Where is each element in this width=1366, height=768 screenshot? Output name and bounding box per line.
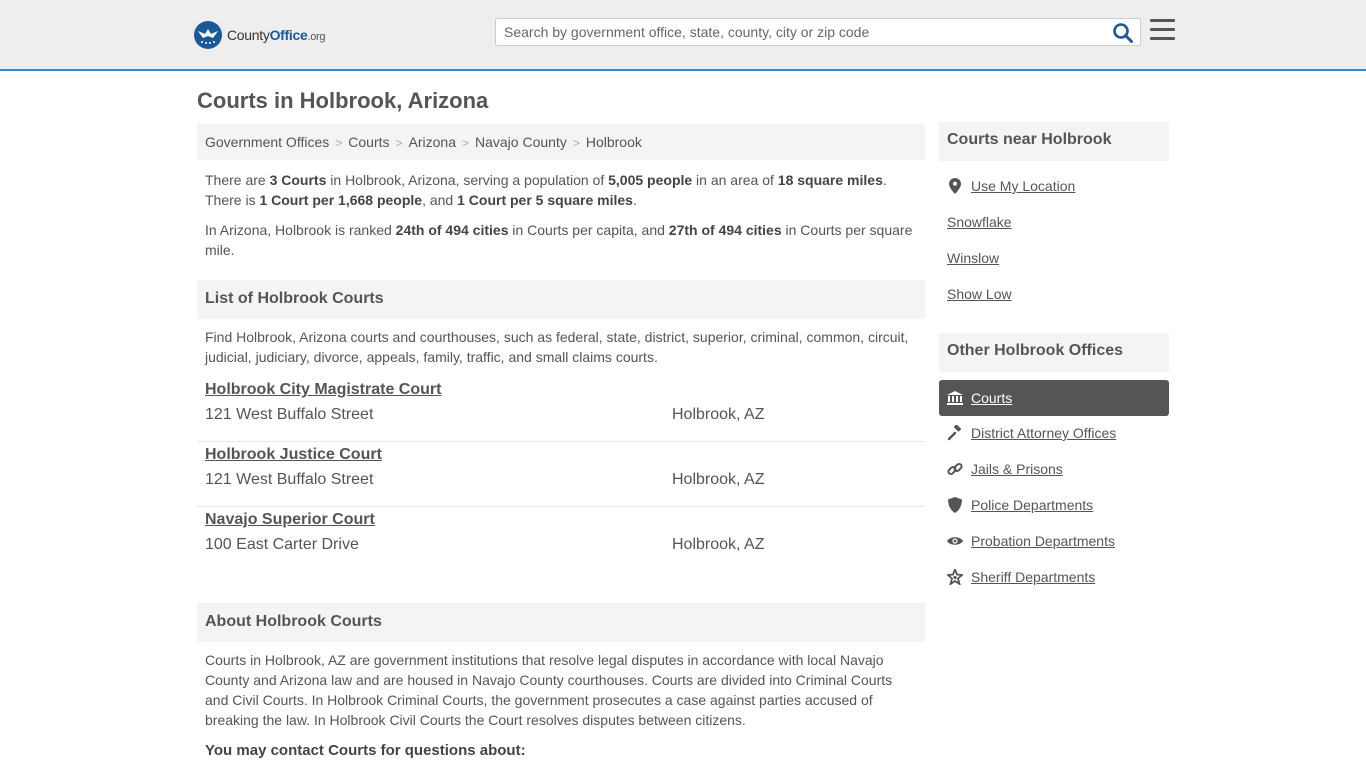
- list-description: Find Holbrook, Arizona courts and courth…: [205, 329, 909, 365]
- search-bar: [495, 18, 1141, 46]
- search-input[interactable]: [496, 19, 1106, 45]
- breadcrumb-courts[interactable]: Courts: [348, 134, 389, 150]
- breadcrumb-navajo-county[interactable]: Navajo County: [475, 134, 567, 150]
- office-link-district-attorney[interactable]: District Attorney Offices: [947, 425, 1116, 441]
- ranking-summary: In Arizona, Holbrook is ranked 24th of 4…: [205, 222, 913, 258]
- breadcrumb-holbrook[interactable]: Holbrook: [586, 134, 642, 150]
- chevron-right-icon: >: [395, 136, 403, 150]
- search-icon[interactable]: [1112, 22, 1134, 44]
- breadcrumb-government-offices[interactable]: Government Offices: [205, 134, 329, 150]
- court-name-link[interactable]: Navajo Superior Court: [205, 511, 375, 529]
- courthouse-icon: [947, 390, 963, 406]
- court-city: Holbrook, AZ: [672, 536, 765, 553]
- population-summary: There are 3 Courts in Holbrook, Arizona,…: [205, 172, 887, 208]
- list-section-heading: List of Holbrook Courts: [197, 280, 925, 319]
- page-title: Courts in Holbrook, Arizona: [197, 88, 489, 113]
- court-city: Holbrook, AZ: [672, 406, 765, 423]
- map-pin-icon: [947, 178, 963, 194]
- office-link-jails-prisons[interactable]: Jails & Prisons: [947, 461, 1063, 477]
- sheriff-star-icon: [947, 569, 963, 585]
- chain-link-icon: [947, 461, 963, 477]
- office-link-probation[interactable]: Probation Departments: [947, 533, 1115, 549]
- court-city: Holbrook, AZ: [672, 471, 765, 488]
- about-text: Courts in Holbrook, AZ are government in…: [205, 652, 893, 728]
- other-offices-heading: Other Holbrook Offices: [939, 333, 1169, 372]
- courts-near-heading: Courts near Holbrook: [939, 122, 1169, 161]
- hamburger-menu-icon[interactable]: [1150, 19, 1175, 41]
- logo-wordmark: CountyOffice.org: [227, 27, 326, 43]
- court-address: 121 West Buffalo Street: [205, 406, 374, 423]
- court-name-link[interactable]: Holbrook Justice Court: [205, 446, 382, 464]
- near-city-link[interactable]: Snowflake: [947, 214, 1012, 230]
- top-header: CountyOffice.org: [0, 0, 1366, 71]
- use-my-location-link[interactable]: Use My Location: [947, 178, 1075, 194]
- court-list-item: Holbrook Justice Court 121 West Buffalo …: [197, 442, 925, 507]
- eagle-logo-icon: [194, 21, 222, 49]
- intro-stats: There are 3 Courts in Holbrook, Arizona,…: [205, 170, 920, 270]
- chevron-right-icon: >: [572, 136, 580, 150]
- court-name-link[interactable]: Holbrook City Magistrate Court: [205, 381, 441, 399]
- breadcrumb-arizona[interactable]: Arizona: [409, 134, 456, 150]
- near-city-link[interactable]: Show Low: [947, 286, 1012, 302]
- about-section-heading: About Holbrook Courts: [197, 603, 925, 642]
- chevron-right-icon: >: [335, 136, 343, 150]
- contact-question-heading: You may contact Courts for questions abo…: [205, 742, 526, 759]
- court-list-item: Navajo Superior Court 100 East Carter Dr…: [197, 507, 925, 572]
- court-list-item: Holbrook City Magistrate Court 121 West …: [197, 377, 925, 442]
- chevron-right-icon: >: [461, 136, 469, 150]
- court-address: 100 East Carter Drive: [205, 536, 359, 553]
- office-link-courts-active[interactable]: Courts: [939, 380, 1169, 416]
- countyoffice-logo[interactable]: CountyOffice.org: [194, 20, 326, 50]
- office-link-police[interactable]: Police Departments: [947, 497, 1093, 513]
- near-city-link[interactable]: Winslow: [947, 250, 999, 266]
- office-link-sheriff[interactable]: Sheriff Departments: [947, 569, 1095, 585]
- court-address: 121 West Buffalo Street: [205, 471, 374, 488]
- eye-icon: [947, 533, 963, 549]
- breadcrumb: Government Offices > Courts > Arizona > Navajo…: [197, 124, 925, 160]
- shield-icon: [947, 497, 963, 513]
- gavel-icon: [947, 425, 963, 441]
